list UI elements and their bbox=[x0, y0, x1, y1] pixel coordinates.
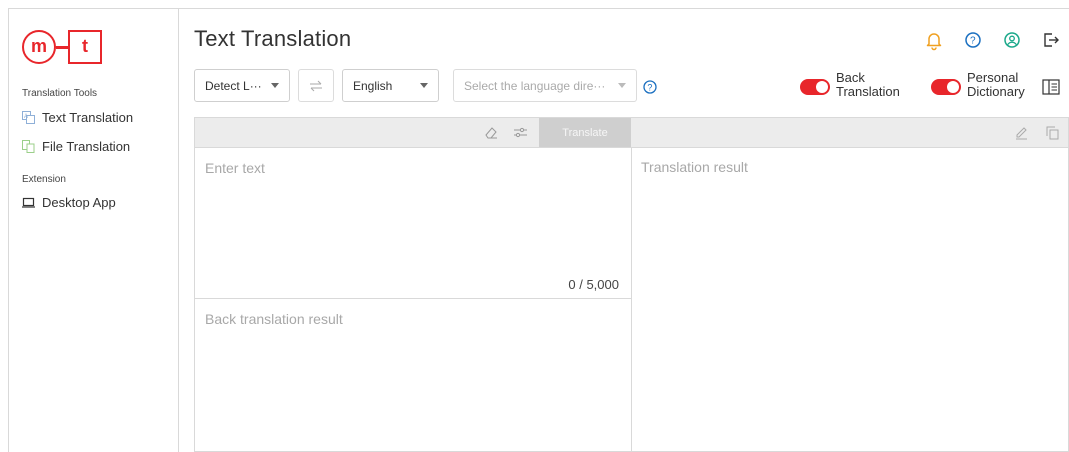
text-translate-icon: A bbox=[22, 111, 35, 124]
edit-icon[interactable] bbox=[1014, 125, 1029, 140]
logo-m: m bbox=[22, 30, 56, 64]
section-extension: Extension bbox=[22, 174, 66, 185]
help-icon[interactable]: ? bbox=[962, 29, 984, 51]
back-translation-label-line1: Back bbox=[836, 70, 865, 85]
source-panel: Translate Enter text 0 / 5,000 Back tran… bbox=[194, 117, 632, 452]
translate-button[interactable]: Translate bbox=[539, 118, 631, 147]
source-language-select[interactable]: Detect L··· bbox=[194, 69, 290, 102]
source-text-input[interactable]: Enter text 0 / 5,000 bbox=[195, 148, 631, 299]
app-logo[interactable]: m t bbox=[22, 30, 102, 64]
result-placeholder: Translation result bbox=[641, 159, 748, 175]
back-translation-area: Back translation result bbox=[195, 299, 631, 452]
page-title: Text Translation bbox=[194, 26, 352, 51]
input-placeholder: Enter text bbox=[205, 160, 265, 176]
svg-text:?: ? bbox=[970, 36, 976, 47]
eraser-icon[interactable] bbox=[483, 125, 498, 140]
chevron-down-icon bbox=[271, 83, 279, 88]
svg-text:A: A bbox=[24, 114, 28, 120]
chevron-down-icon bbox=[420, 83, 428, 88]
result-panel: Translation result bbox=[631, 117, 1069, 452]
sidebar-item-label: Text Translation bbox=[42, 110, 134, 125]
bell-icon[interactable] bbox=[923, 29, 945, 51]
back-translation-toggle[interactable] bbox=[800, 79, 830, 95]
copy-icon[interactable] bbox=[1045, 125, 1060, 140]
source-language-value: Detect L··· bbox=[205, 78, 262, 93]
sidebar-item-label: File Translation bbox=[42, 139, 131, 154]
result-toolbar bbox=[631, 118, 1068, 148]
language-direction-placeholder: Select the language dire··· bbox=[464, 78, 606, 93]
settings-sliders-icon[interactable] bbox=[513, 125, 528, 140]
help-icon[interactable]: ? bbox=[642, 79, 658, 95]
target-language-value: English bbox=[353, 78, 393, 93]
swap-language-button[interactable] bbox=[298, 69, 334, 102]
back-translation-placeholder: Back translation result bbox=[205, 311, 343, 327]
character-counter: 0 / 5,000 bbox=[568, 277, 619, 292]
section-translation-tools: Translation Tools bbox=[22, 88, 98, 99]
logout-icon[interactable] bbox=[1040, 29, 1062, 51]
logo-connector bbox=[56, 46, 68, 49]
account-icon[interactable] bbox=[1001, 29, 1023, 51]
personal-dictionary-label: Personal Dictionary bbox=[967, 71, 1025, 99]
personal-dictionary-label-line2: Dictionary bbox=[967, 84, 1025, 99]
back-translation-label-line2: Translation bbox=[836, 84, 900, 99]
sidebar bbox=[9, 9, 179, 452]
personal-dictionary-label-line1: Personal bbox=[967, 70, 1019, 85]
target-language-select[interactable]: English bbox=[342, 69, 439, 102]
chevron-down-icon bbox=[618, 83, 626, 88]
personal-dictionary-toggle[interactable] bbox=[931, 79, 961, 95]
sidebar-item-file-translation[interactable]: File Translation bbox=[22, 139, 130, 154]
source-toolbar: Translate bbox=[195, 118, 631, 148]
sidebar-item-text-translation[interactable]: A Text Translation bbox=[22, 110, 133, 125]
back-translation-label: Back Translation bbox=[836, 71, 900, 99]
file-translate-icon bbox=[22, 140, 35, 153]
sidebar-item-desktop-app[interactable]: Desktop App bbox=[22, 195, 116, 210]
laptop-icon bbox=[22, 197, 35, 208]
language-direction-select[interactable]: Select the language dire··· bbox=[453, 69, 637, 102]
swap-icon bbox=[310, 80, 322, 91]
logo-t: t bbox=[68, 30, 102, 64]
svg-text:?: ? bbox=[647, 82, 652, 92]
sidebar-item-label: Desktop App bbox=[42, 195, 116, 210]
panel-layout-icon[interactable] bbox=[1042, 79, 1060, 95]
